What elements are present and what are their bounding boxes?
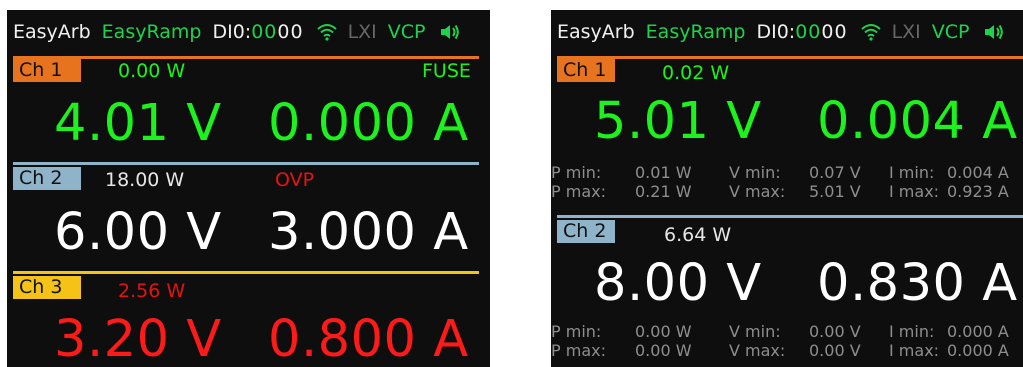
speaker-icon [440, 23, 460, 41]
dio-bit: 0 [251, 21, 264, 43]
ch2-vmin-label: V min: [729, 322, 781, 341]
dio-bit: 0 [821, 21, 834, 43]
wifi-icon [316, 23, 337, 41]
ch1-vmax: 5.01 V [809, 182, 861, 201]
vcp-indicator: VCP [931, 21, 970, 43]
ch2-vmax: 0.00 V [809, 341, 861, 360]
dio-bits: 0 0 0 0 [795, 21, 846, 43]
ch1-pmin-label: P min: [551, 163, 602, 182]
ch3-voltage: 3.20 V [54, 310, 222, 367]
dio-bits: 0 0 0 0 [251, 21, 302, 43]
ch3-color-bar [13, 271, 479, 274]
easyramp-indicator: EasyRamp [101, 21, 202, 43]
ch1-pmin: 0.01 W [635, 163, 692, 182]
ch1-vmin: 0.07 V [809, 163, 861, 182]
dio-bit: 0 [290, 21, 303, 43]
vcp-indicator: VCP [387, 21, 426, 43]
ch1-tag: Ch 1 [13, 59, 81, 82]
ch1-fuse-flag: FUSE [422, 60, 471, 82]
ch2-tag: Ch 2 [557, 220, 615, 243]
ch1-color-bar [13, 56, 479, 59]
ch1-imin-label: I min: [889, 163, 935, 182]
ch2-power: 18.00 W [105, 169, 185, 191]
dio-bit: 0 [264, 21, 277, 43]
ch2-power: 6.64 W [664, 224, 732, 246]
ch3-current: 0.800 A [268, 310, 469, 367]
ch1-current: 0.000 A [268, 94, 469, 153]
dio-bit: 0 [795, 21, 808, 43]
ch2-vmax-label: V max: [729, 341, 786, 360]
ch2-pmin: 0.00 W [635, 322, 692, 341]
ch2-current: 3.000 A [268, 203, 469, 262]
speaker-icon [984, 23, 1004, 41]
ch1-tag: Ch 1 [557, 59, 615, 82]
ch1-voltage: 5.01 V [594, 92, 762, 151]
left-device-screen: EasyArb EasyRamp DI0: 0 0 0 0 LXI VCP Ch… [7, 10, 490, 367]
ch1-pmax: 0.21 W [635, 182, 692, 201]
ch2-voltage: 8.00 V [594, 254, 762, 313]
right-device-screen: EasyArb EasyRamp DI0: 0 0 0 0 LXI VCP Ch… [551, 10, 1023, 367]
ch2-tag: Ch 2 [13, 167, 81, 190]
dio-label: DI0: [756, 21, 796, 43]
status-bar: EasyArb EasyRamp DI0: 0 0 0 0 LXI VCP [7, 10, 490, 54]
ch1-pmax-label: P max: [551, 182, 606, 201]
ch2-imin: 0.000 A [947, 322, 1009, 341]
ch2-ovp-flag: OVP [275, 169, 315, 191]
ch2-voltage: 6.00 V [54, 203, 222, 262]
ch1-power: 0.00 W [118, 60, 186, 82]
status-bar: EasyArb EasyRamp DI0: 0 0 0 0 LXI VCP [551, 10, 1023, 54]
lxi-indicator: LXI [891, 21, 921, 43]
ch1-voltage: 4.01 V [54, 94, 222, 153]
ch2-imin-label: I min: [889, 322, 935, 341]
ch2-color-bar [13, 162, 479, 165]
ch2-pmax-label: P max: [551, 341, 606, 360]
ch3-tag: Ch 3 [13, 276, 81, 299]
ch1-imax: 0.923 A [947, 182, 1009, 201]
dio-bit: 0 [808, 21, 821, 43]
ch2-color-bar [557, 215, 1023, 218]
ch1-power: 0.02 W [662, 62, 730, 84]
ch2-current: 0.830 A [817, 254, 1018, 313]
ch2-pmin-label: P min: [551, 322, 602, 341]
ch2-vmin: 0.00 V [809, 322, 861, 341]
dio-label: DI0: [212, 21, 252, 43]
ch1-current: 0.004 A [817, 92, 1018, 151]
ch1-imax-label: I max: [889, 182, 940, 201]
dio-bit: 0 [834, 21, 847, 43]
wifi-icon [860, 23, 881, 41]
ch3-power: 2.56 W [118, 280, 186, 302]
ch1-color-bar [557, 56, 1023, 59]
lxi-indicator: LXI [347, 21, 377, 43]
dio-bit: 0 [277, 21, 290, 43]
ch2-imax-label: I max: [889, 341, 940, 360]
ch1-imin: 0.004 A [947, 163, 1009, 182]
easyarb-indicator: EasyArb [557, 21, 635, 43]
ch2-imax: 0.000 A [947, 341, 1009, 360]
ch1-vmin-label: V min: [729, 163, 781, 182]
ch2-pmax: 0.00 W [635, 341, 692, 360]
easyarb-indicator: EasyArb [13, 21, 91, 43]
easyramp-indicator: EasyRamp [645, 21, 746, 43]
ch1-vmax-label: V max: [729, 182, 786, 201]
